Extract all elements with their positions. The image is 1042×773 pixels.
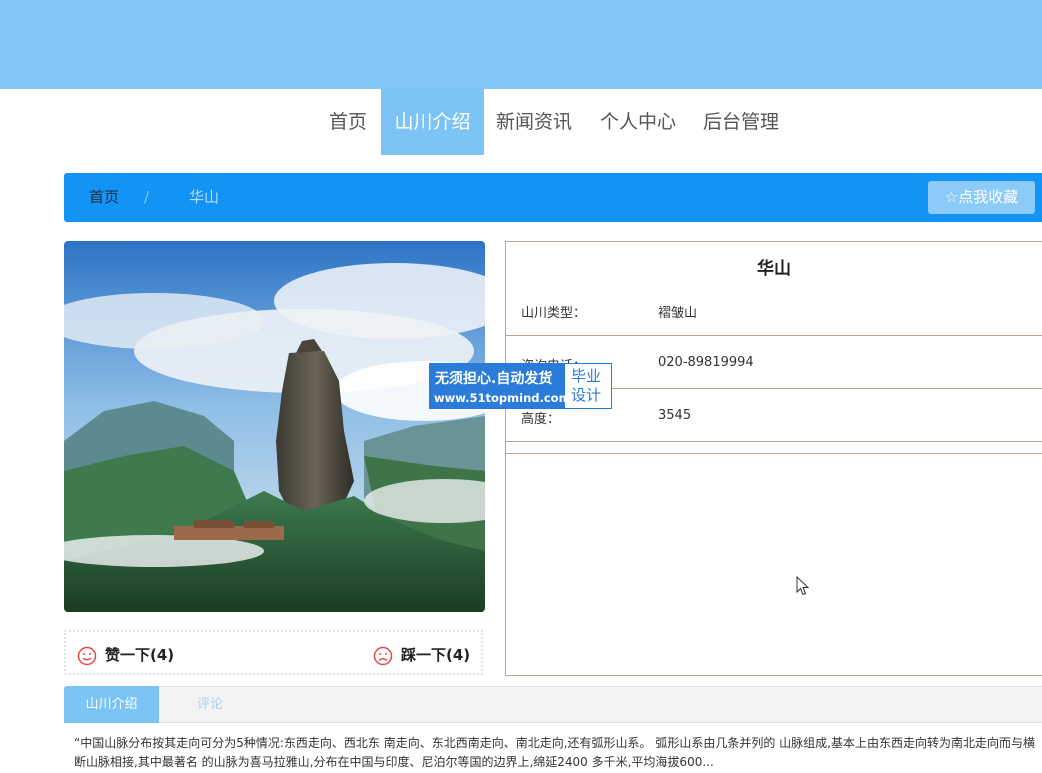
mountain-description: “中国山脉分布按其走向可分为5种情况:东西走向、西北东 南走向、东北西南走向、南… (74, 736, 1035, 769)
smile-icon (77, 646, 97, 665)
divider (506, 335, 1042, 336)
nav-item-home[interactable]: 首页 (319, 89, 377, 155)
field-value-type: 褶皱山 (658, 306, 698, 321)
tab-comments[interactable]: 评论 (160, 686, 260, 723)
like-count-label: 赞一下(4) (105, 646, 175, 664)
watermark-badge: 无须担心.自动发货 www.51topmind.com 毕业 设计 (429, 363, 612, 409)
nav-item-mountains[interactable]: 山川介绍 (381, 89, 484, 155)
main-nav: 首页 山川介绍 新闻资讯 个人中心 后台管理 (0, 89, 1042, 155)
divider (506, 441, 1042, 442)
vote-box: 赞一下(4) 踩一下(4) (64, 630, 483, 675)
breadcrumb: 首页 / 华山 ☆点我收藏 (64, 173, 1042, 222)
watermark-side2: 设计 (571, 386, 602, 404)
watermark-url: www.51topmind.com (434, 391, 571, 405)
favorite-button[interactable]: ☆点我收藏 (928, 181, 1035, 214)
breadcrumb-home-link[interactable]: 首页 (89, 173, 119, 222)
dislike-button[interactable]: 踩一下(4) (373, 632, 470, 677)
watermark-right: 毕业 设计 (571, 367, 607, 405)
breadcrumb-current: 华山 (189, 188, 220, 206)
detail-panel: 华山 山川类型： 褶皱山 咨询电话： 020-89819994 高度： 3545 (505, 241, 1042, 676)
frown-icon (373, 646, 393, 665)
mountain-title: 华山 (757, 259, 791, 279)
breadcrumb-separator: / (144, 188, 150, 206)
watermark-line1: 无须担心.自动发货 (435, 371, 553, 387)
mouse-pointer-icon (796, 575, 810, 600)
field-value-phone: 020-89819994 (658, 355, 754, 370)
content-tabs: 山川介绍 评论 (64, 686, 1042, 723)
top-banner (0, 0, 1042, 89)
field-label-height: 高度： (521, 412, 561, 427)
nav-item-news[interactable]: 新闻资讯 (488, 89, 580, 155)
nav-item-admin[interactable]: 后台管理 (695, 89, 787, 155)
divider (506, 453, 1042, 454)
watermark-side1: 毕业 (571, 367, 602, 385)
like-button[interactable]: 赞一下(4) (77, 632, 174, 677)
nav-item-profile[interactable]: 个人中心 (592, 89, 684, 155)
watermark-left: 无须担心.自动发货 www.51topmind.com (430, 364, 571, 408)
tab-mountain-intro[interactable]: 山川介绍 (64, 686, 159, 723)
field-label-type: 山川类型： (521, 306, 587, 321)
mountain-photo (64, 241, 485, 612)
field-value-height: 3545 (658, 408, 692, 423)
dislike-count-label: 踩一下(4) (401, 646, 471, 664)
